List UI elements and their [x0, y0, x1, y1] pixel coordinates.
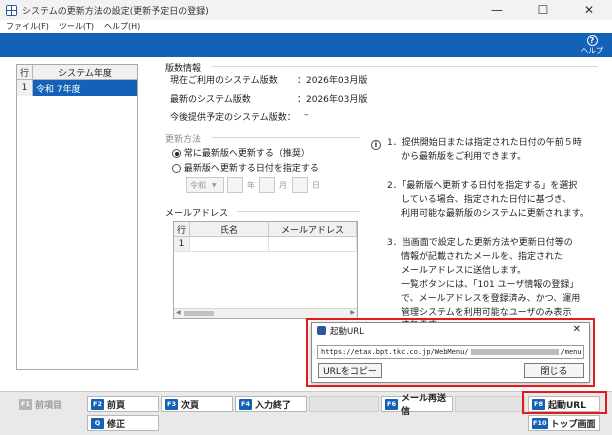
function-key-bar: F1 前項目 F2 前頁 F3 次頁 F4 入力終了 F6 メール再送信 F8 … — [0, 391, 612, 435]
chevron-down-icon: ▼ — [212, 181, 217, 189]
radio-button[interactable] — [172, 164, 181, 173]
fkey-prev-page[interactable]: F2 前頁 — [87, 396, 159, 412]
divider — [212, 66, 598, 67]
month-unit: 月 — [279, 181, 287, 190]
note-1-line-2: から最新版をご利用できます。 — [401, 152, 527, 162]
note-2-line-1: 2．「最新版へ更新する日付を指定する」を選択 — [387, 181, 578, 191]
divider — [212, 137, 360, 138]
current-version-label: 現在ご利用のシステム版数 — [170, 76, 278, 86]
day-unit: 日 — [312, 181, 320, 190]
radio-specify-date[interactable]: 最新版へ更新する日付を指定する — [172, 161, 319, 174]
note-3-line-2: 情報が記載されたメールを、指定された — [401, 252, 564, 262]
note-3-line-5: で、メールアドレスを登録済み、かつ、運用 — [401, 294, 581, 304]
column-header-email: メールアドレス — [269, 222, 357, 236]
menu-help[interactable]: ヘルプ(H) — [104, 21, 140, 32]
radio-label: 最新版へ更新する日付を指定する — [183, 164, 319, 174]
fkey-next-page[interactable]: F3 次頁 — [161, 396, 233, 412]
email-cell[interactable] — [269, 237, 357, 251]
column-header-row: 行 — [174, 222, 190, 236]
radio-always-latest[interactable]: 常に最新版へ更新する（推奨） — [172, 146, 310, 159]
fkey-empty — [309, 396, 379, 412]
menu-bar: ファイル(F) ツール(T) ヘルプ(H) — [0, 20, 612, 33]
horizontal-scrollbar[interactable]: ◀ ▶ — [174, 308, 357, 318]
info-circle-icon: i — [371, 140, 381, 150]
maximize-button[interactable]: ☐ — [520, 0, 566, 20]
help-button[interactable]: ? ヘルプ — [580, 34, 604, 56]
menu-tools[interactable]: ツール(T) — [59, 21, 94, 32]
era-select[interactable]: 令和 ▼ — [186, 177, 224, 193]
fkey-top-screen[interactable]: F10 トップ画面 — [528, 415, 600, 431]
divider — [237, 211, 360, 212]
column-header-year: システム年度 — [58, 68, 112, 79]
note-2-line-3: 利用可能な最新版のシステムに更新されます。 — [401, 209, 589, 219]
latest-version-label: 最新のシステム版数 — [170, 95, 251, 105]
scroll-left-icon[interactable]: ◀ — [176, 309, 181, 316]
column-header-row: 行 — [17, 65, 33, 79]
fkey-modify[interactable]: Q 修正 — [87, 415, 159, 431]
highlight-box-launch-url — [522, 391, 607, 414]
table-row[interactable]: 1 令和 7年度 — [17, 80, 137, 96]
note-1-line-1: 1．提供開始日または指定された日付の午前５時 — [387, 138, 582, 148]
note-2-line-2: している場合、指定された日付に基づき、 — [401, 195, 572, 205]
note-3-line-1: 3．当画面で設定した更新方法や更新日付等の — [387, 238, 573, 248]
minimize-button[interactable]: — — [474, 0, 520, 20]
current-version-value: ：2026年03月版 — [297, 76, 368, 86]
close-window-button[interactable]: ✕ — [566, 0, 612, 20]
fkey-input-end[interactable]: F4 入力終了 — [235, 396, 307, 412]
latest-version-value: ：2026年03月版 — [297, 95, 368, 105]
month-input[interactable] — [259, 177, 275, 193]
scroll-right-icon[interactable]: ▶ — [350, 309, 355, 316]
radio-button-selected[interactable] — [172, 149, 181, 158]
scroll-thumb[interactable] — [184, 311, 214, 316]
planned-version-label: 今後提供予定のシステム版数： — [170, 113, 296, 123]
fkey-resend-mail[interactable]: F6 メール再送信 — [381, 394, 453, 417]
row-number: 1 — [17, 80, 33, 96]
radio-label: 常に最新版へ更新する（推奨） — [183, 149, 310, 159]
row-number: 1 — [174, 237, 190, 251]
highlight-box-dialog — [306, 318, 595, 387]
note-3-line-4: 一覧ボタンには、「101 ユーザ情報の登録」 — [401, 280, 579, 290]
header-band: ? ヘルプ — [0, 33, 612, 57]
year-input[interactable] — [227, 177, 243, 193]
help-label: ヘルプ — [580, 46, 604, 55]
update-method-heading: 更新方法 — [165, 135, 202, 145]
column-header-name: 氏名 — [190, 222, 269, 236]
day-input[interactable] — [292, 177, 308, 193]
name-cell[interactable] — [190, 237, 269, 251]
note-3-line-3: メールアドレスに送信します。 — [401, 266, 527, 276]
system-year-table: 行 システム年度 1 令和 7年度 — [16, 64, 138, 370]
fkey-empty — [455, 396, 525, 412]
app-icon — [6, 4, 17, 16]
year-unit: 年 — [247, 181, 255, 190]
system-year-cell: 令和 7年度 — [33, 80, 137, 96]
title-bar: システムの更新方法の設定(更新予定日の登録) — ☐ ✕ — [0, 0, 612, 20]
fkey-prev-item: F1 前項目 — [15, 396, 85, 412]
window-title: システムの更新方法の設定(更新予定日の登録) — [22, 6, 209, 17]
mail-address-heading: メールアドレス — [165, 209, 229, 219]
menu-file[interactable]: ファイル(F) — [6, 21, 49, 32]
question-circle-icon: ? — [586, 35, 598, 46]
planned-version-value: – — [304, 110, 309, 120]
table-row[interactable]: 1 — [174, 237, 357, 252]
mail-address-table: 行 氏名 メールアドレス 1 ◀ ▶ — [173, 221, 358, 319]
